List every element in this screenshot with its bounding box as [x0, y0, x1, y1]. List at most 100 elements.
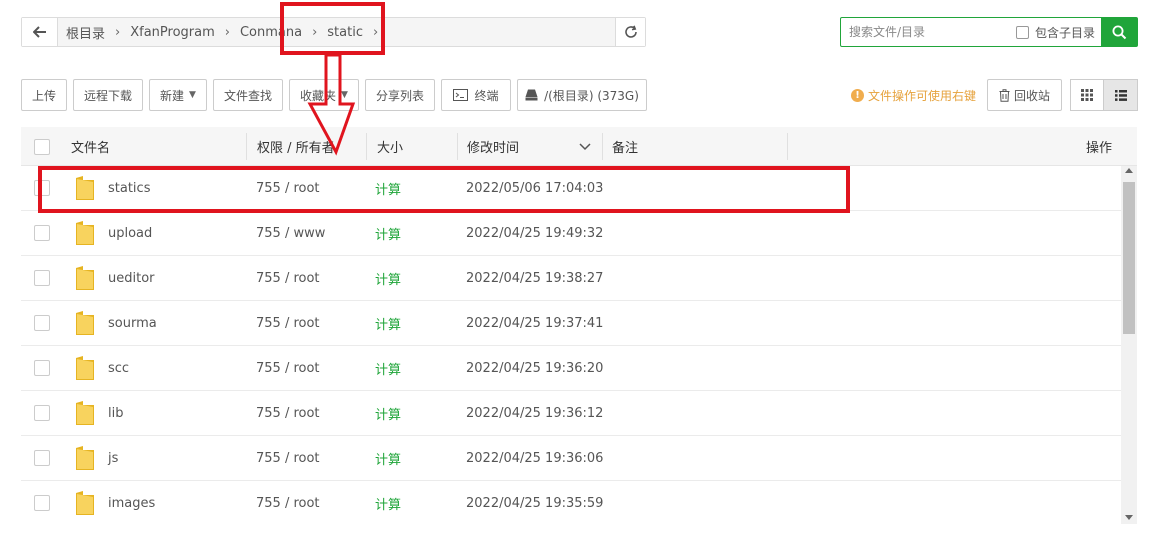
column-header-mtime-label: 修改时间: [467, 141, 520, 156]
calc-size-link[interactable]: 计算: [375, 211, 401, 255]
search-box: 包含子目录: [840, 17, 1138, 47]
column-divider: [366, 133, 367, 160]
column-header-perm[interactable]: 权限 / 所有者: [257, 127, 335, 166]
column-divider: [787, 133, 788, 160]
column-header-actions: 操作: [1086, 141, 1113, 156]
column-header-size[interactable]: 大小: [377, 127, 403, 166]
file-name[interactable]: images: [108, 481, 155, 524]
calc-size-link[interactable]: 计算: [375, 256, 401, 300]
chevron-down-icon: [579, 142, 591, 150]
column-header-note[interactable]: 备注: [612, 127, 638, 166]
include-subdirs-checkbox[interactable]: [1015, 25, 1029, 39]
folder-icon: [74, 211, 96, 255]
row-checkbox[interactable]: [34, 315, 50, 331]
column-divider: [602, 133, 603, 160]
chevron-down-icon: ▼: [189, 90, 196, 100]
calc-size-link[interactable]: 计算: [375, 346, 401, 390]
file-mtime: 2022/04/25 19:37:41: [466, 315, 604, 331]
table-row[interactable]: lib 755 / root 计算 2022/04/25 19:36:12: [21, 391, 1121, 436]
info-icon: !: [851, 89, 864, 102]
column-divider: [457, 133, 458, 160]
scroll-thumb[interactable]: [1123, 182, 1135, 334]
file-name[interactable]: sourma: [108, 301, 157, 345]
file-mtime: 2022/04/25 19:36:12: [466, 405, 604, 421]
file-mtime: 2022/04/25 19:49:32: [466, 225, 604, 241]
file-perm[interactable]: 755 / root: [256, 391, 320, 435]
row-checkbox[interactable]: [34, 450, 50, 466]
grid-view-button[interactable]: [1070, 79, 1104, 111]
row-checkbox[interactable]: [34, 405, 50, 421]
disk-button[interactable]: /(根目录) (373G): [517, 79, 647, 111]
column-divider: [246, 133, 247, 160]
table-row[interactable]: js 755 / root 计算 2022/04/25 19:36:06: [21, 436, 1121, 481]
folder-icon: [74, 436, 96, 480]
right-click-hint: ! 文件操作可使用右键: [851, 87, 976, 104]
file-list: statics 755 / root 计算 2022/05/06 17:04:0…: [21, 166, 1121, 524]
file-name[interactable]: js: [108, 436, 118, 480]
file-name[interactable]: ueditor: [108, 256, 155, 300]
terminal-button[interactable]: 终端: [441, 79, 511, 111]
file-perm[interactable]: 755 / root: [256, 436, 320, 480]
column-header-name[interactable]: 文件名: [71, 127, 110, 166]
file-mtime: 2022/04/25 19:35:59: [466, 495, 604, 511]
recycle-bin-button[interactable]: 回收站: [987, 79, 1062, 111]
disk-icon: [525, 89, 538, 101]
folder-icon: [74, 481, 96, 524]
file-name[interactable]: scc: [108, 346, 129, 390]
vertical-scrollbar[interactable]: [1121, 166, 1137, 524]
search-input[interactable]: [841, 18, 1016, 46]
new-button[interactable]: 新建 ▼: [149, 79, 207, 111]
back-button[interactable]: [22, 18, 58, 46]
calc-size-link[interactable]: 计算: [375, 391, 401, 435]
file-perm[interactable]: 755 / root: [256, 256, 320, 300]
calc-size-link[interactable]: 计算: [375, 481, 401, 524]
arrow-left-icon: [32, 26, 46, 38]
file-name[interactable]: lib: [108, 391, 123, 435]
file-mtime: 2022/04/25 19:38:27: [466, 270, 604, 286]
file-search-button[interactable]: 文件查找: [213, 79, 283, 111]
row-checkbox[interactable]: [34, 270, 50, 286]
upload-button[interactable]: 上传: [21, 79, 67, 111]
table-row[interactable]: sourma 755 / root 计算 2022/04/25 19:37:41: [21, 301, 1121, 346]
grid-icon: [1081, 89, 1093, 101]
table-row[interactable]: scc 755 / root 计算 2022/04/25 19:36:20: [21, 346, 1121, 391]
scroll-up-arrow-icon[interactable]: [1125, 168, 1133, 173]
file-mtime: 2022/04/25 19:36:06: [466, 450, 604, 466]
table-row[interactable]: images 755 / root 计算 2022/04/25 19:35:59: [21, 481, 1121, 524]
breadcrumb-item[interactable]: XfanProgram ›: [130, 25, 240, 40]
table-row[interactable]: ueditor 755 / root 计算 2022/04/25 19:38:2…: [21, 256, 1121, 301]
file-perm[interactable]: 755 / root: [256, 346, 320, 390]
scroll-down-arrow-icon[interactable]: [1125, 515, 1133, 520]
folder-icon: [74, 391, 96, 435]
file-name[interactable]: upload: [108, 211, 152, 255]
include-subdirs-toggle[interactable]: 包含子目录: [1015, 18, 1101, 46]
search-icon: [1112, 25, 1126, 39]
trash-icon: [999, 88, 1010, 102]
table-row[interactable]: upload 755 / www 计算 2022/04/25 19:49:32: [21, 211, 1121, 256]
calc-size-link[interactable]: 计算: [375, 301, 401, 345]
column-header-mtime[interactable]: 修改时间: [467, 127, 591, 166]
select-all-checkbox[interactable]: [34, 138, 50, 155]
row-checkbox[interactable]: [34, 495, 50, 511]
share-list-button[interactable]: 分享列表: [365, 79, 435, 111]
remote-download-button[interactable]: 远程下载: [73, 79, 143, 111]
table-header: 文件名 权限 / 所有者 大小 修改时间 备注 操作: [21, 127, 1137, 166]
chevron-right-icon: ›: [224, 24, 230, 40]
list-view-button[interactable]: [1104, 79, 1138, 111]
select-all-cell: [34, 127, 50, 166]
toolbar: 上传 远程下载 新建 ▼ 文件查找 收藏夹 ▼ 分享列表 终端 /(根目录) (37…: [21, 79, 653, 111]
calc-size-link[interactable]: 计算: [375, 436, 401, 480]
folder-icon: [74, 301, 96, 345]
refresh-icon: [624, 25, 637, 38]
breadcrumb-item[interactable]: 根目录 ›: [66, 23, 130, 42]
row-checkbox[interactable]: [34, 360, 50, 376]
folder-icon: [74, 256, 96, 300]
file-perm[interactable]: 755 / www: [256, 211, 325, 255]
file-perm[interactable]: 755 / root: [256, 481, 320, 524]
file-perm[interactable]: 755 / root: [256, 301, 320, 345]
favorites-button[interactable]: 收藏夹 ▼: [289, 79, 359, 111]
row-checkbox[interactable]: [34, 225, 50, 241]
search-button[interactable]: [1101, 18, 1137, 46]
refresh-button[interactable]: [615, 18, 645, 46]
annotation-highlight-row: [38, 166, 850, 213]
